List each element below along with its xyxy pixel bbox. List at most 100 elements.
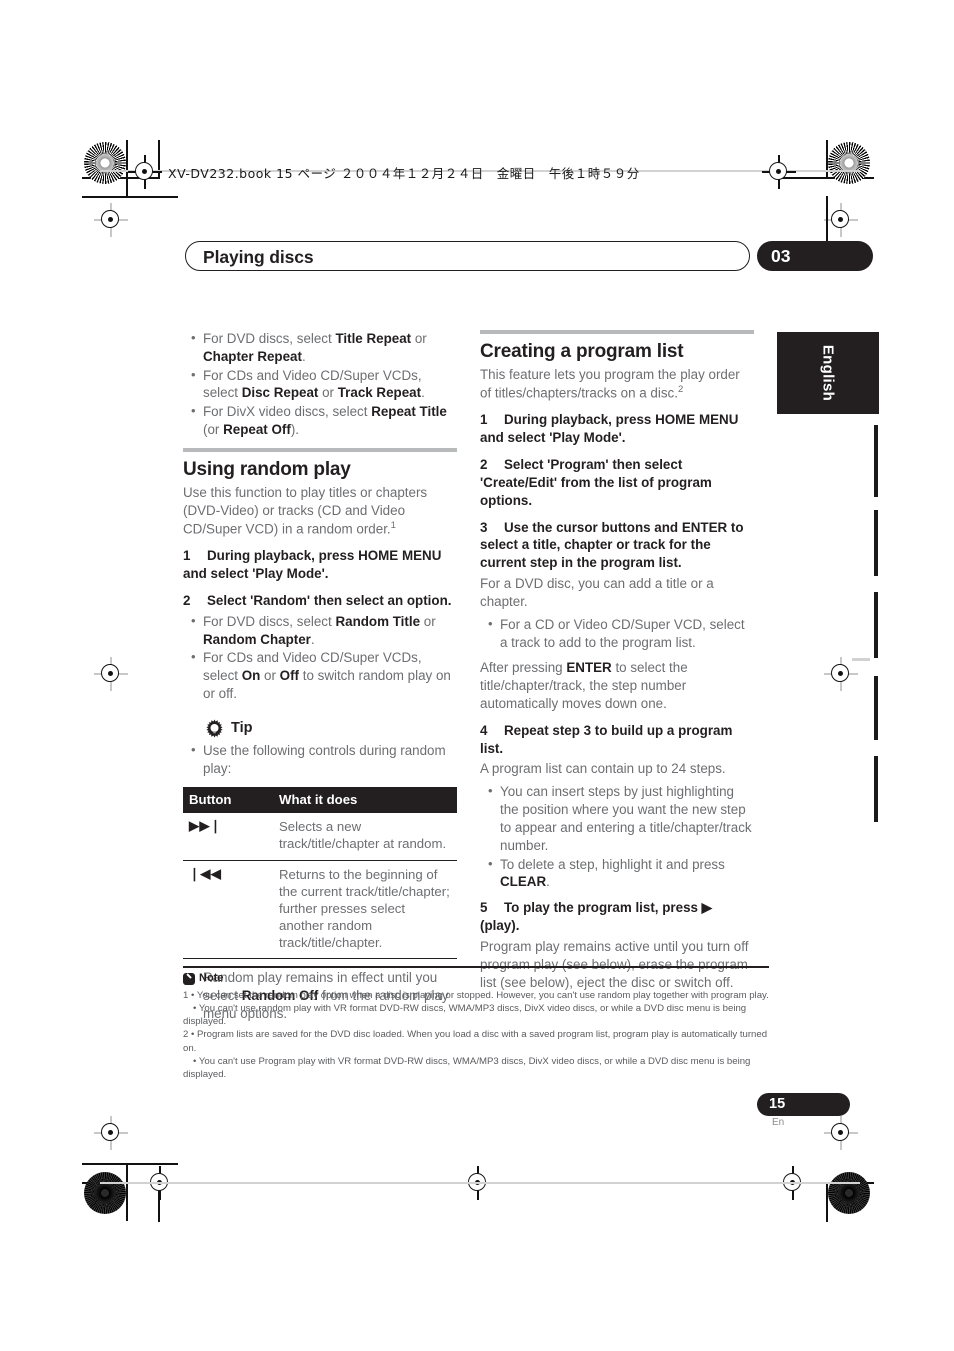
plain-text: (or bbox=[203, 422, 224, 438]
page-number: 15 bbox=[769, 1096, 786, 1112]
program-step-1: 1 During playback, press HOME MENU and se… bbox=[480, 411, 754, 447]
plain-text: . bbox=[421, 385, 425, 401]
step-text-3: Use the cursor buttons and ENTER to sele… bbox=[480, 519, 744, 571]
tip-list: Use the following controls during random… bbox=[183, 741, 457, 778]
footnote-ref-2: 2 bbox=[677, 384, 684, 396]
heading-creating-program-list: Creating a program list bbox=[480, 341, 684, 362]
list-item: For DivX video discs, select Repeat Titl… bbox=[183, 402, 457, 439]
step-number-4: 4 bbox=[480, 722, 488, 738]
program-list-intro: This feature lets you program the play o… bbox=[480, 367, 740, 401]
registration-cross-middle-left bbox=[94, 657, 128, 691]
registration-cross-top-left bbox=[128, 155, 162, 189]
book-file-header: XV-DV232.book 15 ページ ２００４年１２月２４日 金曜日 午後１… bbox=[168, 166, 640, 181]
plain-text: . bbox=[310, 631, 315, 647]
section-rule-random-play bbox=[183, 447, 457, 452]
program-step-3-bullets: For a CD or Video CD/Super VCD, select a… bbox=[480, 615, 754, 652]
random-play-steps: 1 During playback, press HOME MENU and se… bbox=[183, 547, 457, 609]
list-item: For DVD discs, select Random Title or Ra… bbox=[183, 612, 457, 649]
column-header-what-it-does: What it does bbox=[273, 786, 457, 814]
previous-track-icon: ❘◀◀ bbox=[183, 860, 273, 960]
list-item: Use the following controls during random… bbox=[183, 741, 457, 778]
plain-text: or bbox=[411, 331, 427, 346]
control-description: Returns to the beginning of the current … bbox=[273, 860, 457, 960]
registration-target-top-left bbox=[84, 142, 126, 184]
plain-text: For DVD discs, select bbox=[203, 331, 336, 346]
step-number-3: 3 bbox=[480, 519, 488, 535]
registration-cross-top-right bbox=[762, 155, 796, 189]
list-item: You can insert steps by just highlightin… bbox=[480, 782, 754, 854]
right-column: Creating a program list This feature let… bbox=[480, 330, 754, 1000]
table-row: ▶▶❘ Selects a new track/title/chapter at … bbox=[183, 813, 457, 861]
chapter-tab-marker-1 bbox=[874, 425, 878, 497]
running-head: Playing discs bbox=[185, 241, 750, 271]
plain-text: To delete a step, highlight it and press bbox=[500, 856, 725, 872]
plain-text: After pressing bbox=[480, 660, 567, 676]
footnote-line: 1 • You can set the random play option w… bbox=[183, 989, 769, 1001]
crop-mark-bottom-left-h bbox=[82, 1163, 178, 1165]
emphasis-text: On bbox=[241, 668, 261, 684]
chapter-tab-marker-5 bbox=[874, 756, 878, 822]
emphasis-text: Off bbox=[279, 668, 300, 684]
chapter-tab-marker-2 bbox=[874, 510, 878, 576]
step-number-1: 1 bbox=[480, 412, 488, 428]
table-header-row: Button What it does bbox=[183, 786, 457, 814]
note-pencil-icon bbox=[183, 972, 195, 985]
plain-text: or bbox=[260, 668, 280, 684]
chapter-tab-marker-4 bbox=[874, 676, 878, 740]
crop-mark-top-left-h bbox=[82, 196, 178, 198]
random-controls-table: Button What it does ▶▶❘ Selects a new tra… bbox=[183, 786, 457, 960]
registration-target-bottom-right bbox=[828, 1172, 870, 1214]
emphasis-text: Select 'Random' then select an option. bbox=[207, 592, 452, 608]
footnotes-block: Note 1 • You can set the random play opt… bbox=[183, 966, 769, 1081]
step-number-2: 2 bbox=[183, 592, 191, 608]
note-header: Note bbox=[183, 971, 769, 986]
list-item: For CDs and Video CD/Super VCDs, select … bbox=[183, 648, 457, 702]
plain-text: . bbox=[301, 348, 306, 364]
plain-text: For DVD discs, select bbox=[203, 613, 336, 629]
emphasis-text: Random Chapter bbox=[203, 631, 311, 647]
plain-text: . bbox=[546, 874, 550, 890]
emphasis-text: Random Title bbox=[335, 613, 421, 629]
emphasis-text: Title Repeat bbox=[335, 331, 412, 346]
guide-line-bottom bbox=[100, 1182, 860, 1184]
note-label: Note bbox=[199, 972, 224, 985]
emphasis-text: Repeat Title bbox=[371, 404, 447, 420]
next-track-icon: ▶▶❘ bbox=[183, 813, 273, 861]
heading-using-random-play: Using random play bbox=[183, 458, 351, 480]
plain-text: You can insert steps by just highlightin… bbox=[500, 784, 752, 853]
plain-text: or bbox=[420, 613, 436, 629]
table-body: ▶▶❘ Selects a new track/title/chapter at … bbox=[183, 813, 457, 960]
table-row: ❘◀◀ Returns to the beginning of the curre… bbox=[183, 860, 457, 960]
program-step-4-bullets: You can insert steps by just highlightin… bbox=[480, 782, 754, 891]
tip-header: Tip bbox=[205, 719, 457, 738]
registration-cross-upper-left bbox=[94, 203, 128, 237]
program-step-4: 4 Repeat step 3 to build up a program lis… bbox=[480, 722, 754, 758]
plain-text: For a CD or Video CD/Super VCD, select a… bbox=[500, 616, 745, 650]
step-number-5: 5 bbox=[480, 900, 488, 916]
random-play-intro: Use this function to play titles or chap… bbox=[183, 485, 428, 537]
program-step-3-after: After pressing ENTER to select the title… bbox=[480, 659, 754, 712]
emphasis-text: ENTER bbox=[566, 660, 612, 676]
random-step-2: 2 Select 'Random' then select an option. bbox=[183, 592, 457, 610]
step-text-5: To play the program list, press ▶ (play)… bbox=[480, 900, 712, 934]
lightbulb-icon bbox=[205, 719, 224, 738]
registration-target-bottom-left bbox=[84, 1172, 126, 1214]
section-rule-program-list bbox=[480, 330, 754, 334]
plain-text: or bbox=[318, 385, 338, 401]
registration-cross-upper-right bbox=[824, 203, 858, 237]
language-tab-label: English bbox=[819, 344, 837, 402]
page-language-code: En bbox=[772, 1117, 785, 1128]
tip-label: Tip bbox=[231, 719, 253, 736]
page-number-badge: 15 bbox=[757, 1093, 850, 1116]
left-column: For DVD discs, select Title Repeat or Ch… bbox=[183, 329, 457, 1032]
program-step-3: 3 Use the cursor buttons and ENTER to sel… bbox=[480, 519, 754, 572]
list-item: For a CD or Video CD/Super VCD, select a… bbox=[480, 615, 754, 652]
registration-cross-lower-right bbox=[824, 1116, 858, 1150]
repeat-options-list: For DVD discs, select Title Repeat or Ch… bbox=[183, 329, 457, 439]
list-item: For DVD discs, select Title Repeat or Ch… bbox=[183, 329, 457, 366]
plain-text: Use the following controls during random… bbox=[203, 743, 446, 776]
plain-text: ). bbox=[290, 422, 299, 438]
chapter-tab-marker-3 bbox=[874, 592, 878, 658]
footnote-line: • You can't use Program play with VR for… bbox=[183, 1055, 751, 1080]
manual-page: XV-DV232.book 15 ページ ２００４年１２月２４日 金曜日 午後１… bbox=[0, 0, 954, 1351]
